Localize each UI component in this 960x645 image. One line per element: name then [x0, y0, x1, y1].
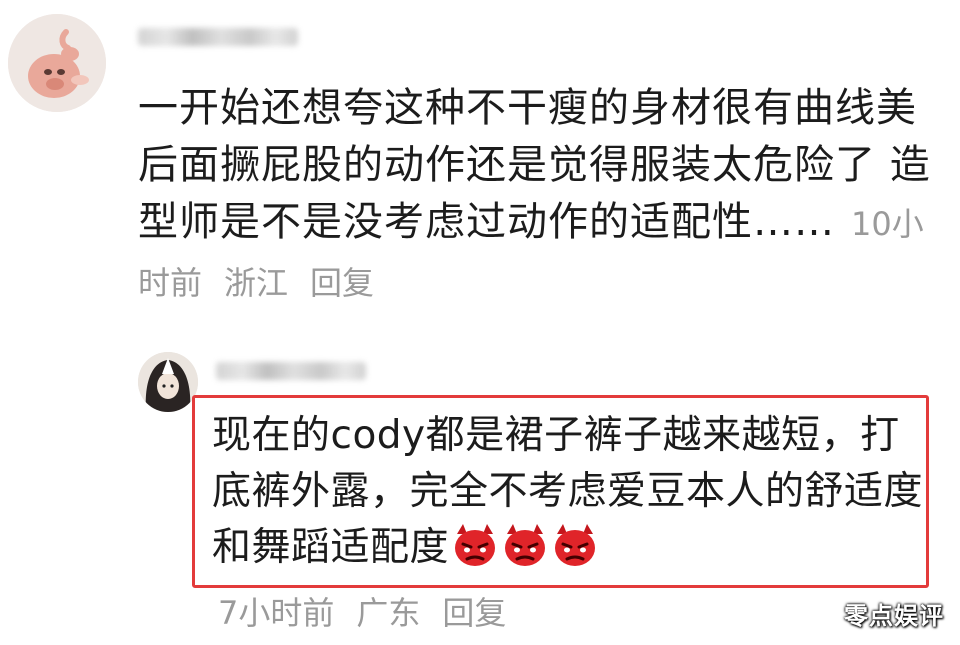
watermark: 零点娱评 — [844, 602, 944, 630]
reply-button[interactable]: 回复 — [442, 594, 506, 632]
dark-hair-cartoon-avatar-icon — [138, 352, 198, 412]
user-avatar[interactable] — [138, 352, 198, 412]
angry-devil-emoji-icon — [501, 522, 549, 584]
username-blurred[interactable] — [216, 362, 366, 380]
comment-location: 浙江 — [224, 264, 289, 302]
angry-devil-emoji-icon — [551, 522, 599, 584]
comment-body: 现在的cody都是裙子裤子越来越短，打底裤外露，完全不考虑爱豆本人的舒适度和舞蹈… — [212, 408, 927, 584]
reply-button[interactable]: 回复 — [310, 264, 374, 302]
cartoon-pig-avatar-icon — [8, 14, 106, 112]
comment-meta: 7小时前 广东 回复 — [218, 588, 528, 634]
comment-time: 7小时前 — [218, 594, 335, 632]
comment-body: 一开始还想夸这种不干瘦的身材很有曲线美 后面撅屁股的动作还是觉得服装太危险了 造… — [138, 80, 938, 312]
angry-devil-emoji-icon — [451, 522, 499, 584]
comment-location: 广东 — [356, 594, 421, 632]
user-avatar[interactable] — [8, 14, 106, 112]
username-blurred[interactable] — [138, 28, 298, 46]
comment-text: 一开始还想夸这种不干瘦的身材很有曲线美 后面撅屁股的动作还是觉得服装太危险了 造… — [138, 85, 931, 245]
